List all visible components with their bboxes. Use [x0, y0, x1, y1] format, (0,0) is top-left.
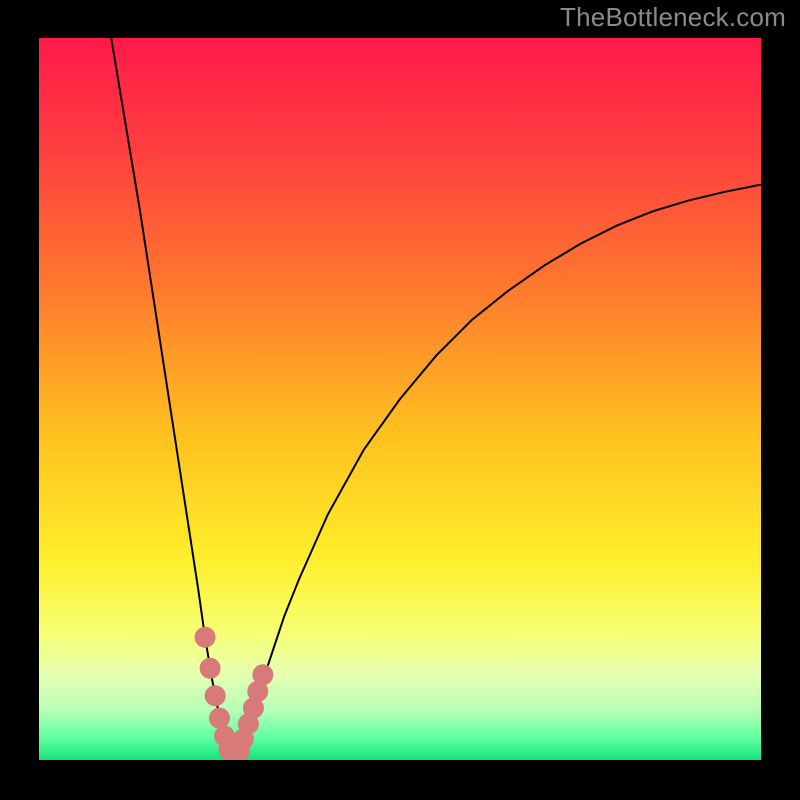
marker-point [210, 708, 230, 728]
marker-point [205, 686, 225, 706]
outer-frame: TheBottleneck.com [0, 0, 800, 800]
watermark-text: TheBottleneck.com [560, 2, 786, 33]
marker-point [195, 627, 215, 647]
bottleneck-chart [39, 38, 761, 760]
plot-area [39, 38, 761, 760]
marker-point [253, 665, 273, 685]
marker-point [200, 658, 220, 678]
